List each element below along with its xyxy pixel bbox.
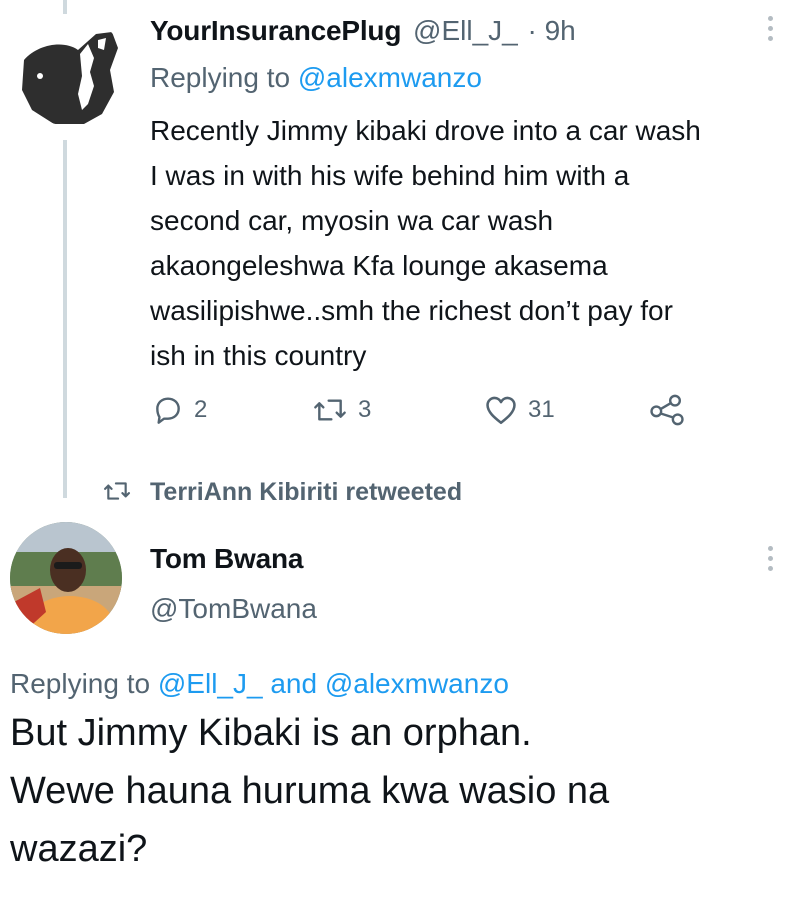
tweet-text-line: wazazi? xyxy=(10,828,148,870)
display-name[interactable]: Tom Bwana xyxy=(150,542,303,576)
separator: · xyxy=(527,15,537,46)
tweet-text-line: Recently Jimmy kibaki drove into a car w… xyxy=(150,115,701,146)
mention-link[interactable]: @Ell_J_ xyxy=(158,668,263,699)
handle[interactable]: @Ell_J_ xyxy=(413,15,518,46)
replying-to: Replying to @alexmwanzo xyxy=(150,60,482,96)
thread-line xyxy=(63,140,67,498)
replying-to: Replying to @Ell_J_ and @alexmwanzo xyxy=(10,666,509,702)
tweet-text-line: Wewe hauna huruma kwa wasio na xyxy=(10,770,610,812)
tweet-text-line: I was in with his wife behind him with a xyxy=(150,160,630,191)
retweet-count: 3 xyxy=(358,396,372,423)
retweet-icon xyxy=(314,399,346,421)
avatar-yourinsuranceplug[interactable] xyxy=(14,14,126,126)
share-icon xyxy=(650,394,684,426)
more-options-button[interactable] xyxy=(768,546,774,576)
replying-prefix: Replying to xyxy=(150,62,291,93)
tweet-text-line: ish in this country xyxy=(150,340,367,371)
retweet-icon xyxy=(104,482,131,500)
heart-icon xyxy=(486,396,516,425)
tweet-text: Recently Jimmy kibaki drove into a car w… xyxy=(150,108,790,378)
replying-and[interactable]: and xyxy=(270,668,317,699)
replying-prefix: Replying to xyxy=(10,668,151,699)
mention-link[interactable]: @alexmwanzo xyxy=(325,668,509,699)
like-button[interactable]: 31 xyxy=(484,394,555,426)
retweet-banner-text[interactable]: TerriAnn Kibiriti retweeted xyxy=(150,476,462,508)
mention-link[interactable]: @alexmwanzo xyxy=(298,62,482,93)
tweet-text-line: wasilipishwe..smh the richest don’t pay … xyxy=(150,295,673,326)
retweet-button[interactable]: 3 xyxy=(312,394,371,426)
more-icon xyxy=(768,546,773,551)
tweet-text-line: But Jimmy Kibaki is an orphan. xyxy=(10,712,532,754)
display-name[interactable]: YourInsurancePlug xyxy=(150,15,401,46)
tweet-text-line: akaongeleshwa Kfa lounge akasema xyxy=(150,250,608,281)
tweet-text-line: second car, myosin wa car wash xyxy=(150,205,554,236)
reply-count: 2 xyxy=(194,396,208,423)
timestamp[interactable]: 9h xyxy=(545,15,576,46)
reply-icon xyxy=(156,397,180,424)
avatar-tombwana[interactable] xyxy=(10,522,122,634)
handle[interactable]: @TomBwana xyxy=(150,592,317,626)
tweet-header: YourInsurancePlug @Ell_J_ · 9h xyxy=(150,14,576,48)
reply-button[interactable]: 2 xyxy=(152,394,207,426)
more-options-button[interactable] xyxy=(768,16,774,46)
tweet-text: But Jimmy Kibaki is an orphan. Wewe haun… xyxy=(10,704,609,878)
like-count: 31 xyxy=(528,396,555,423)
avatar-photo-icon xyxy=(10,522,122,634)
more-icon xyxy=(768,16,773,21)
thread-line-top xyxy=(63,0,67,14)
avatar-map-icon xyxy=(22,32,118,124)
share-button[interactable] xyxy=(648,394,686,426)
